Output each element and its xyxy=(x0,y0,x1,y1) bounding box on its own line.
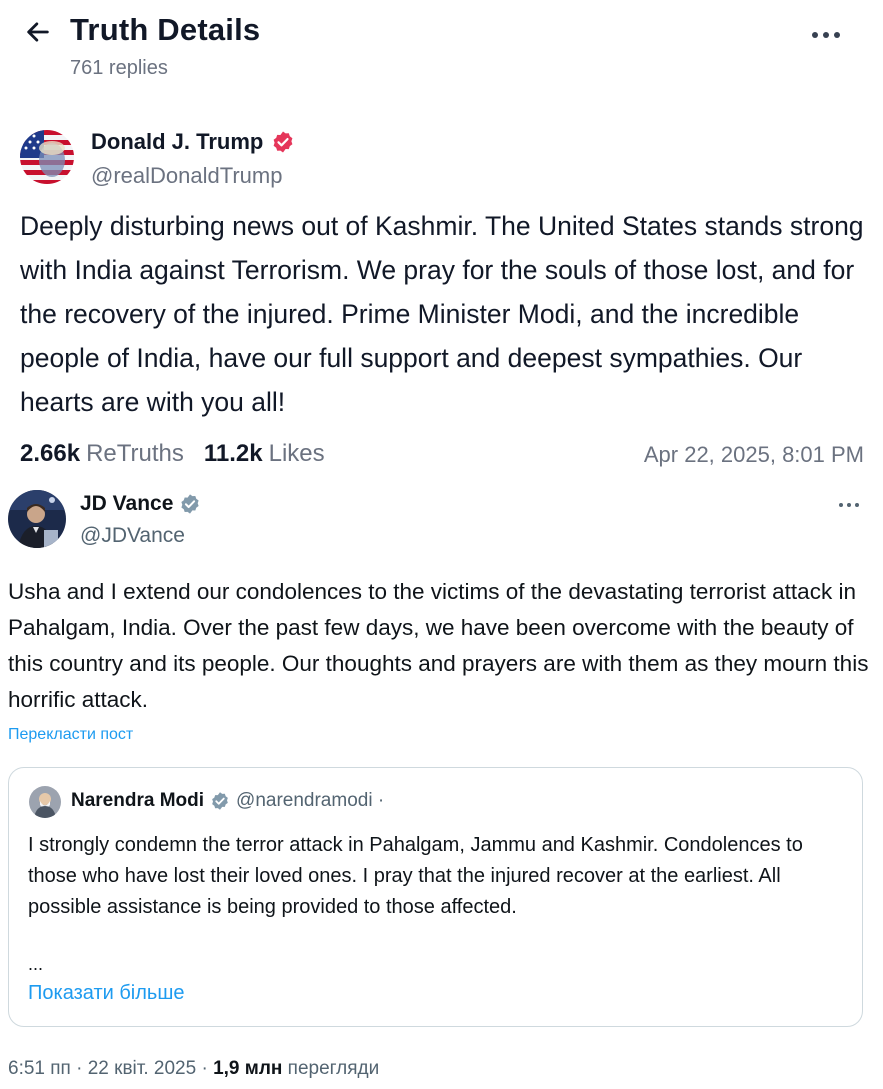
portrait-avatar-image xyxy=(29,786,61,818)
author-name-label: Donald J. Trump xyxy=(91,129,264,154)
post-metadata: 6:51 пп · 22 квіт. 2025 · 1,9 млн перегл… xyxy=(8,1058,379,1080)
back-button[interactable] xyxy=(20,14,56,50)
page-title: Truth Details xyxy=(70,12,261,47)
verified-badge-icon xyxy=(181,494,200,514)
portrait-avatar-image xyxy=(8,490,66,548)
dot-icon xyxy=(839,503,843,507)
replies-count: 761 replies xyxy=(70,57,168,79)
arrow-left-icon xyxy=(27,22,49,42)
retruths-stat[interactable]: 2.66k ReTruths xyxy=(20,440,184,468)
flag-portrait-avatar-image xyxy=(20,130,74,184)
dot-icon xyxy=(823,32,829,38)
show-more-link[interactable]: Показати більше xyxy=(28,982,184,1005)
likes-stat[interactable]: 11.2k Likes xyxy=(204,440,325,468)
author-name-label: JD Vance xyxy=(80,492,174,515)
author-handle[interactable]: @JDVance xyxy=(80,524,185,548)
more-options-button[interactable] xyxy=(812,32,840,38)
quoted-post-text: I strongly condemn the terror attack in … xyxy=(28,834,803,918)
retruths-count: 2.66k xyxy=(20,440,81,467)
author-name[interactable]: JD Vance xyxy=(80,492,201,516)
verified-badge-icon xyxy=(273,131,293,153)
author-handle[interactable]: @realDonaldTrump xyxy=(91,163,282,189)
post-stats: 2.66k ReTruths 11.2k Likes xyxy=(20,440,325,468)
verified-badge-icon xyxy=(212,792,228,810)
quoted-post-header: Narendra Modi @narendramodi · xyxy=(71,790,384,812)
retruths-label: ReTruths xyxy=(86,440,184,467)
post-timestamp: Apr 22, 2025, 8:01 PM xyxy=(643,442,864,467)
dot-icon xyxy=(847,503,851,507)
dot-icon xyxy=(812,32,818,38)
views-label: перегляди xyxy=(287,1058,380,1079)
dot-icon xyxy=(855,503,859,507)
post-time-date[interactable]: 6:51 пп · 22 квіт. 2025 · xyxy=(8,1058,208,1079)
avatar[interactable] xyxy=(8,490,66,548)
likes-label: Likes xyxy=(268,440,325,467)
quoted-post-ellipsis: ... xyxy=(28,954,44,974)
post-more-button[interactable] xyxy=(839,503,859,507)
quoted-post-card[interactable]: Narendra Modi @narendramodi · I strongly… xyxy=(8,767,863,1027)
avatar[interactable] xyxy=(29,786,61,818)
translate-post-link[interactable]: Перекласти пост xyxy=(8,726,133,744)
views-count: 1,9 млн xyxy=(213,1058,283,1079)
avatar[interactable] xyxy=(20,130,74,184)
post-text: Deeply disturbing news out of Kashmir. T… xyxy=(20,211,864,417)
quoted-author-name: Narendra Modi xyxy=(71,790,205,811)
author-name[interactable]: Donald J. Trump xyxy=(91,129,295,155)
post-text: Usha and I extend our condolences to the… xyxy=(8,579,869,712)
dot-icon xyxy=(834,32,840,38)
likes-count: 11.2k xyxy=(203,440,263,467)
quoted-author-handle: @narendramodi · xyxy=(236,790,385,811)
